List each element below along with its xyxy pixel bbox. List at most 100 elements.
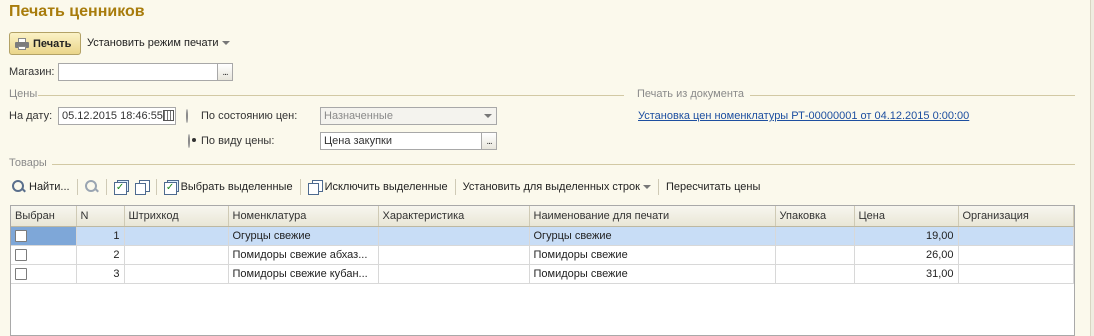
row-price: 31,00 <box>854 264 959 284</box>
row-organization <box>958 264 1074 284</box>
printer-icon <box>15 37 29 50</box>
goods-table: Выбран N Штрихкод Номенклатура Характери… <box>10 205 1075 336</box>
prices-section-title: Цены <box>9 88 38 100</box>
column-header[interactable]: Наименование для печати <box>529 206 776 227</box>
set-print-mode-menu[interactable]: Установить режим печати <box>87 37 230 49</box>
search-icon <box>12 180 26 194</box>
print-from-doc-separator <box>750 95 1075 96</box>
row-price: 26,00 <box>854 245 959 265</box>
set-for-rows-menu[interactable]: Установить для выделенных строк <box>463 181 651 193</box>
row-price: 19,00 <box>854 226 959 246</box>
find-button[interactable]: Найти... <box>12 180 70 194</box>
row-checkbox[interactable] <box>15 267 27 280</box>
row-characteristic <box>378 226 530 246</box>
row-barcode <box>124 245 229 265</box>
calendar-icon[interactable] <box>163 110 174 121</box>
table-row[interactable]: 3 Помидоры свежие кубан... Помидоры свеж… <box>11 264 1074 284</box>
select-selected-button[interactable]: Выбрать выделенные <box>163 180 293 195</box>
row-characteristic <box>378 264 530 284</box>
radio-by-price-state[interactable] <box>186 109 188 123</box>
price-type-value: Цена закупки <box>324 135 393 147</box>
row-number: 1 <box>76 226 125 246</box>
cancel-search-icon[interactable] <box>84 180 99 194</box>
exclude-selected-label: Исключить выделенные <box>324 181 448 193</box>
row-number: 2 <box>76 245 125 265</box>
row-item: Огурцы свежие <box>228 226 379 246</box>
price-state-select[interactable]: Назначенные <box>320 107 497 125</box>
table-header: Выбран N Штрихкод Номенклатура Характери… <box>11 206 1074 227</box>
store-input[interactable] <box>58 63 218 81</box>
row-organization <box>958 245 1074 265</box>
toolbar-separator <box>155 179 157 195</box>
row-package <box>775 226 855 246</box>
row-checkbox-cell[interactable] <box>11 226 77 246</box>
table-row[interactable]: 1 Огурцы свежие Огурцы свежие 19,00 <box>11 226 1074 246</box>
row-print-name: Огурцы свежие <box>529 226 776 246</box>
radio-by-price-type[interactable] <box>188 134 190 148</box>
check-selected-icon <box>163 180 179 195</box>
table-row[interactable]: 2 Помидоры свежие абхаз... Помидоры свеж… <box>11 245 1074 265</box>
row-package <box>775 245 855 265</box>
row-checkbox[interactable] <box>15 248 27 261</box>
row-barcode <box>124 226 229 246</box>
goods-toolbar: Найти... Выбрать выделенные Исключить вы… <box>12 178 760 196</box>
column-header[interactable]: Штрихкод <box>124 206 229 227</box>
window-edge <box>1090 0 1094 336</box>
column-header[interactable]: Характеристика <box>378 206 530 227</box>
uncheck-selected-icon <box>307 180 323 195</box>
date-value: 05.12.2015 18:46:55 <box>62 110 163 122</box>
recalc-prices-button[interactable]: Пересчитать цены <box>666 181 760 193</box>
chevron-down-icon <box>484 114 492 118</box>
check-all-icon[interactable] <box>113 180 129 195</box>
goods-section-title: Товары <box>9 157 47 169</box>
column-header[interactable]: Цена <box>854 206 959 227</box>
chevron-down-icon <box>642 185 651 189</box>
price-type-input[interactable]: Цена закупки <box>320 132 482 150</box>
prices-separator <box>38 95 624 96</box>
source-document-link[interactable]: Установка цен номенклатуры РТ-00000001 о… <box>638 110 969 122</box>
column-header[interactable]: Организация <box>958 206 1074 227</box>
toolbar-separator <box>299 179 301 195</box>
by-price-state-label: По состоянию цен: <box>201 110 298 122</box>
goods-separator <box>52 164 1075 165</box>
toolbar-separator <box>105 179 107 195</box>
set-for-rows-label: Установить для выделенных строк <box>462 181 640 193</box>
toolbar-separator <box>76 179 78 195</box>
row-checkbox[interactable] <box>15 229 27 242</box>
row-characteristic <box>378 245 530 265</box>
select-selected-label: Выбрать выделенные <box>180 181 293 193</box>
price-type-select-button[interactable]: ... <box>481 132 497 150</box>
row-barcode <box>124 264 229 284</box>
price-state-value: Назначенные <box>324 110 393 122</box>
row-checkbox-cell[interactable] <box>11 264 77 284</box>
chevron-down-icon <box>221 41 230 45</box>
find-label: Найти... <box>29 181 70 193</box>
recalc-prices-label: Пересчитать цены <box>665 181 761 193</box>
column-header[interactable]: Упаковка <box>775 206 855 227</box>
row-print-name: Помидоры свежие <box>529 245 776 265</box>
row-print-name: Помидоры свежие <box>529 264 776 284</box>
store-label: Магазин: <box>9 66 55 78</box>
print-button-label: Печать <box>33 37 72 50</box>
toolbar-separator <box>454 179 456 195</box>
page-title: Печать ценников <box>9 3 145 20</box>
row-number: 3 <box>76 264 125 284</box>
date-label: На дату: <box>9 110 53 122</box>
row-checkbox-cell[interactable] <box>11 245 77 265</box>
row-package <box>775 264 855 284</box>
row-organization <box>958 226 1074 246</box>
store-select-button[interactable]: ... <box>217 63 233 81</box>
date-input[interactable]: 05.12.2015 18:46:55 <box>58 107 176 125</box>
set-print-mode-label: Установить режим печати <box>87 37 219 49</box>
exclude-selected-button[interactable]: Исключить выделенные <box>307 180 448 195</box>
column-header[interactable]: N <box>76 206 125 227</box>
toolbar-separator <box>657 179 659 195</box>
print-button[interactable]: Печать <box>9 32 81 55</box>
row-item: Помидоры свежие кубан... <box>228 264 379 284</box>
uncheck-all-icon[interactable] <box>134 180 150 195</box>
row-item: Помидоры свежие абхаз... <box>228 245 379 265</box>
by-price-type-label: По виду цены: <box>201 135 275 147</box>
column-header[interactable]: Выбран <box>11 206 77 227</box>
print-from-doc-title: Печать из документа <box>637 88 744 100</box>
column-header[interactable]: Номенклатура <box>228 206 379 227</box>
